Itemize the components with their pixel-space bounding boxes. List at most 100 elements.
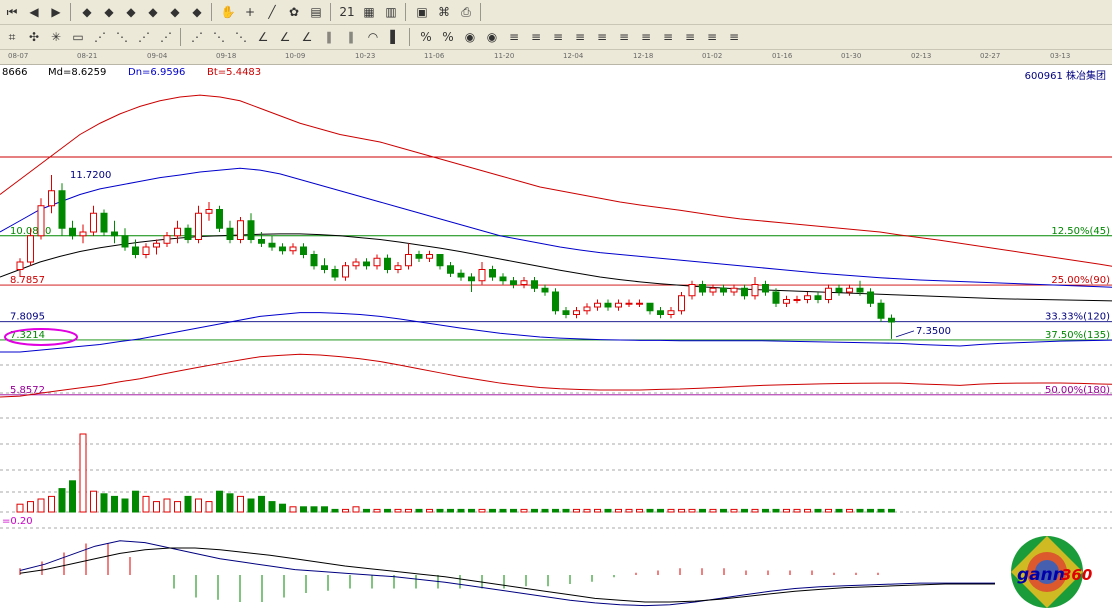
crosshair-button[interactable]: + [240, 2, 260, 22]
fib-6-button[interactable]: ≡ [614, 27, 634, 47]
candle-body [394, 265, 402, 270]
fib-3-button[interactable]: ≡ [548, 27, 568, 47]
candle-body [709, 287, 717, 293]
time-cycle-icon: ∥ [326, 30, 332, 44]
column-button[interactable]: ▌ [385, 27, 405, 47]
fib-8-button[interactable]: ≡ [658, 27, 678, 47]
date-tick: 09-04 [147, 52, 168, 60]
gann-diamond-5-button[interactable]: ◆ [165, 2, 185, 22]
fib-9-icon: ≡ [684, 30, 696, 44]
stats-button[interactable]: ▤ [306, 2, 326, 22]
gann-diamond-3-button[interactable]: ◆ [121, 2, 141, 22]
gann-fan-1-button[interactable]: ⋰ [90, 27, 110, 47]
volume-bar [27, 501, 34, 513]
hand-button[interactable]: ✋ [218, 2, 238, 22]
gann-diamond-6-icon: ◆ [192, 5, 202, 19]
gann-diamond-4-button[interactable]: ◆ [143, 2, 163, 22]
gann-fan-4-button[interactable]: ⋰ [156, 27, 176, 47]
date-tick: 02-27 [980, 52, 1001, 60]
calculator-button[interactable]: ▦ [359, 2, 379, 22]
angle-3-button[interactable]: ∠ [297, 27, 317, 47]
candle-body [772, 291, 780, 304]
fib-6-icon: ≡ [618, 30, 630, 44]
candle-body [499, 276, 507, 282]
volume-bar [636, 508, 643, 513]
angle-1-button[interactable]: ∠ [253, 27, 273, 47]
gann-wheel-button[interactable]: ✳ [46, 27, 66, 47]
gann-diamond-1-button[interactable]: ◆ [77, 2, 97, 22]
back-button[interactable]: ◀ [24, 2, 44, 22]
volume-bar [100, 493, 108, 513]
gann-diamond-6-button[interactable]: ◆ [187, 2, 207, 22]
date-tick: 08-21 [77, 52, 98, 60]
fib-1-button[interactable]: ≡ [504, 27, 524, 47]
candle-body [331, 269, 339, 278]
fib-11-icon: ≡ [728, 30, 740, 44]
save-icon: ▣ [416, 5, 428, 19]
gann-fan-7-button[interactable]: ⋱ [231, 27, 251, 47]
gold-2-icon: ◉ [486, 30, 498, 44]
arc-button[interactable]: ◠ [363, 27, 383, 47]
partial-value: 8666 [2, 67, 28, 78]
box-button[interactable]: ▭ [68, 27, 88, 47]
candle-body [58, 190, 66, 229]
date-tick: 08-07 [8, 52, 29, 60]
svg-text:gann: gann [1017, 565, 1065, 585]
candle-body [16, 261, 24, 270]
volume-bar [436, 508, 444, 513]
angle-1-icon: ∠ [257, 30, 269, 44]
gann-fan-5-button[interactable]: ⋰ [187, 27, 207, 47]
level-right-label: 33.33%(120) [1045, 312, 1110, 323]
gann-fan-2-button[interactable]: ⋱ [112, 27, 132, 47]
date-tick: 01-30 [841, 52, 862, 60]
angle-2-button[interactable]: ∠ [275, 27, 295, 47]
level-left-label: 5.8572 [10, 385, 45, 396]
candle-body [69, 227, 76, 237]
save-button[interactable]: ▣ [412, 2, 432, 22]
candle-body [226, 227, 234, 240]
forward-button[interactable]: ▶ [46, 2, 66, 22]
candle-body [510, 280, 517, 285]
fib-9-button[interactable]: ≡ [680, 27, 700, 47]
fib-5-button[interactable]: ≡ [592, 27, 612, 47]
fib-2-button[interactable]: ≡ [526, 27, 546, 47]
angle-3-icon: ∠ [301, 30, 313, 44]
gann-fan-3-button[interactable]: ⋰ [134, 27, 154, 47]
date-tick: 11-20 [494, 52, 515, 60]
candle-body [426, 254, 433, 259]
gold-1-button[interactable]: ◉ [460, 27, 480, 47]
volume-bar [751, 508, 759, 513]
volume-bar [720, 508, 727, 513]
chart-area[interactable]: 10.0800 12.50%(45) 8.7857 25.00%(90) 7.8095 3… [0, 82, 1112, 614]
table-button[interactable]: ▥ [381, 2, 401, 22]
print-icon: ⎙ [461, 4, 471, 19]
percent-1-button[interactable]: % [416, 27, 436, 47]
gann-diamond-2-button[interactable]: ◆ [99, 2, 119, 22]
volume-bar [69, 480, 76, 513]
gold-2-button[interactable]: ◉ [482, 27, 502, 47]
gann-square-button[interactable]: ✣ [24, 27, 44, 47]
print-button[interactable]: ⎙ [456, 2, 476, 22]
pattern-button[interactable]: ✿ [284, 2, 304, 22]
price-chart[interactable]: 10.0800 12.50%(45)8.7857 25.00%(90)7.8095 3… [0, 82, 1112, 614]
line-tool-icon: ╱ [268, 5, 276, 19]
percent-2-button[interactable]: % [438, 27, 458, 47]
info-bar: 8666 Md=8.6259 Dn=6.9596 Bt=5.4483 60096… [0, 64, 1112, 82]
time-cycle-2-button[interactable]: ∥ [341, 27, 361, 47]
network-button[interactable]: ⌘ [434, 2, 454, 22]
fib-7-button[interactable]: ≡ [636, 27, 656, 47]
date-tick: 02-13 [911, 52, 932, 60]
gann-grid-button[interactable]: ⌗ [2, 27, 22, 47]
line-tool-button[interactable]: ╱ [262, 2, 282, 22]
gann-fan-6-button[interactable]: ⋱ [209, 27, 229, 47]
time-cycle-button[interactable]: ∥ [319, 27, 339, 47]
fib-11-button[interactable]: ≡ [724, 27, 744, 47]
candle-body [583, 306, 591, 312]
first-button[interactable]: ⏮ [2, 2, 22, 22]
candle-body [373, 257, 381, 267]
calendar-button[interactable]: 21 [337, 2, 357, 22]
volume-bar [468, 508, 475, 513]
fib-4-button[interactable]: ≡ [570, 27, 590, 47]
box-icon: ▭ [72, 30, 84, 44]
fib-10-button[interactable]: ≡ [702, 27, 722, 47]
